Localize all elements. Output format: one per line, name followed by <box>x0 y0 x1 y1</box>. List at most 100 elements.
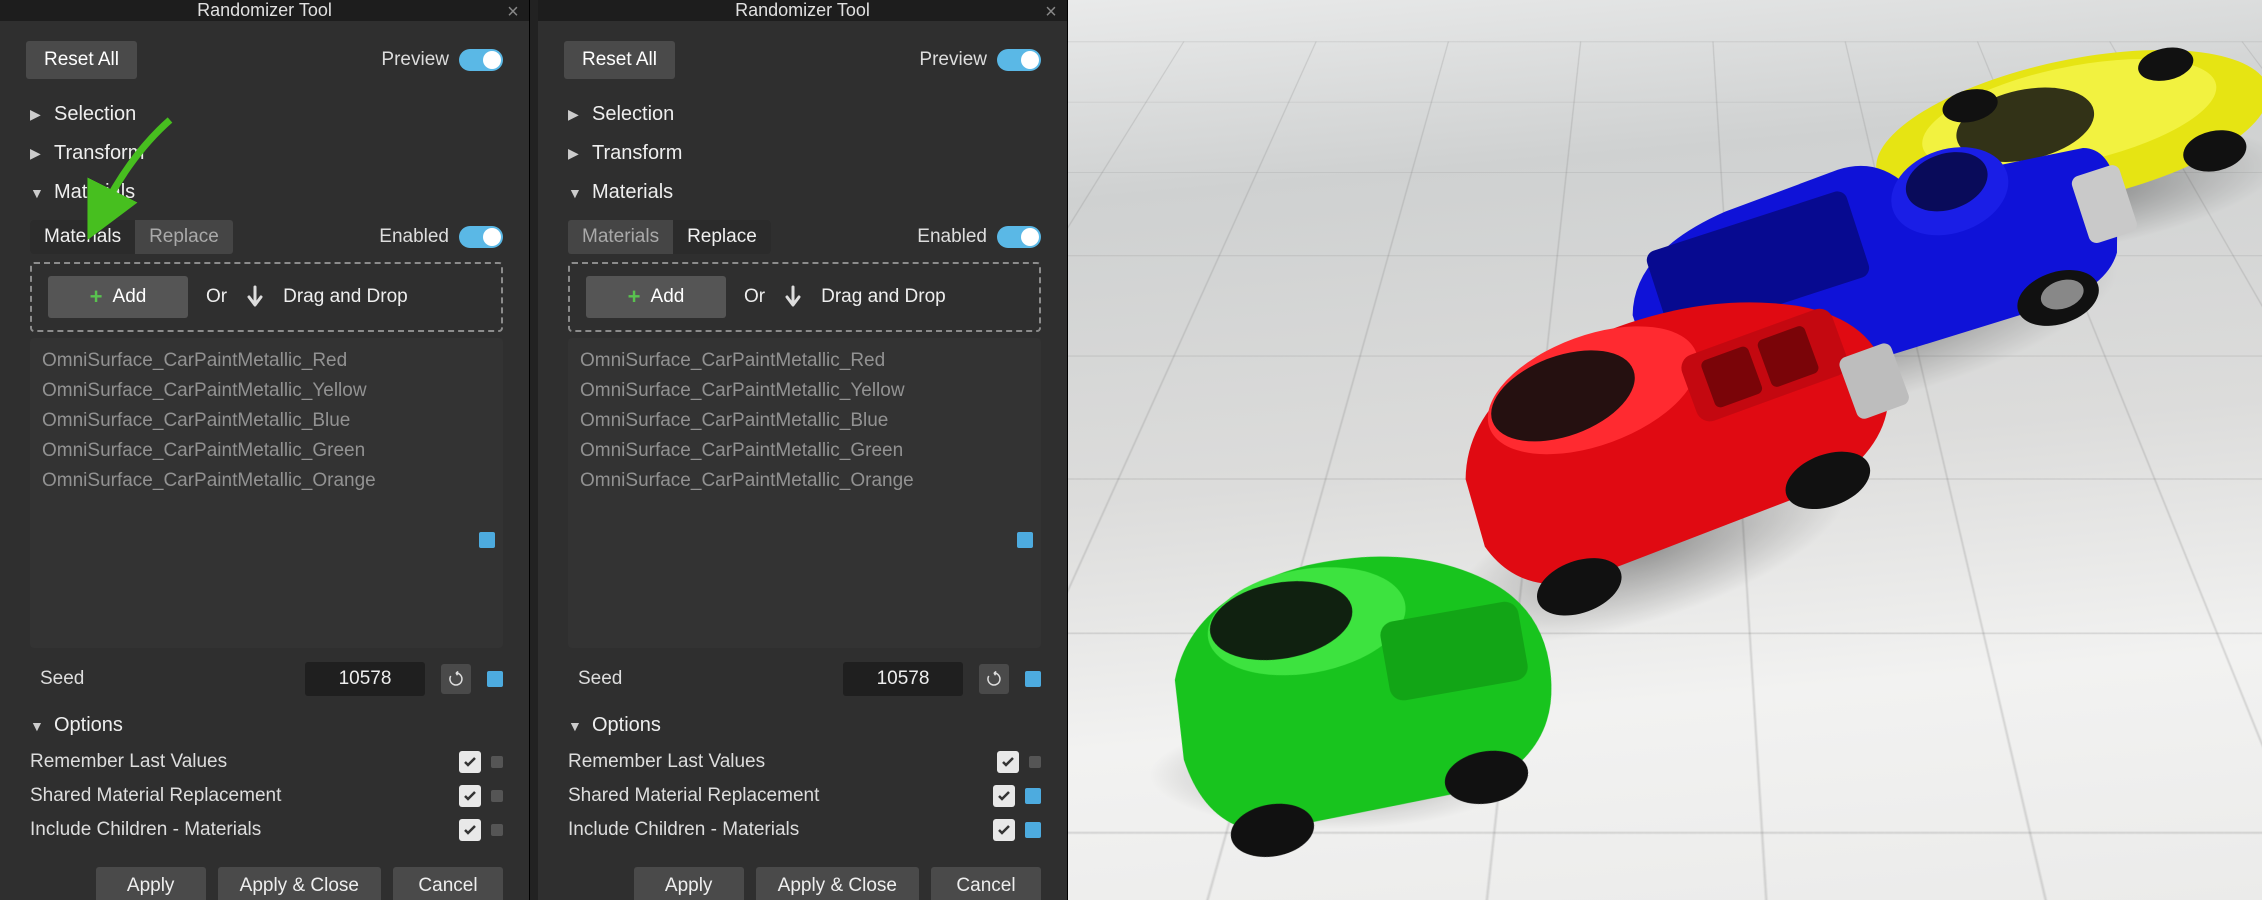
plus-icon: + <box>90 284 103 310</box>
materials-tab-group: Materials Replace <box>568 220 771 254</box>
enabled-toggle[interactable] <box>997 226 1041 248</box>
option-remember: Remember Last Values <box>568 745 1041 779</box>
reset-indicator-icon[interactable] <box>487 671 503 687</box>
checkbox-shared[interactable] <box>459 785 481 807</box>
list-item[interactable]: OmniSurface_CarPaintMetallic_Green <box>580 436 1029 466</box>
option-label: Remember Last Values <box>568 751 997 773</box>
add-button[interactable]: + Add <box>586 276 726 318</box>
material-dropzone[interactable]: + Add Or Drag and Drop <box>30 262 503 332</box>
tab-replace[interactable]: Replace <box>673 220 771 254</box>
chevron-down-icon <box>568 185 584 201</box>
apply-button[interactable]: Apply <box>634 867 744 900</box>
materials-section-body: Materials Replace Enabled + Add <box>564 212 1041 706</box>
preview-toggle[interactable] <box>997 49 1041 71</box>
list-item[interactable]: OmniSurface_CarPaintMetallic_Red <box>580 346 1029 376</box>
material-dropzone[interactable]: + Add Or Drag and Drop <box>568 262 1041 332</box>
panel-titlebar: Randomizer Tool × <box>0 0 529 21</box>
refresh-seed-button[interactable] <box>441 664 471 694</box>
checkbox-remember[interactable] <box>997 751 1019 773</box>
panel-left-wrap: ▼ Randomizer Tool × Reset All Preview Se… <box>0 0 530 900</box>
seed-label: Seed <box>40 668 289 690</box>
reset-indicator-icon[interactable] <box>1017 532 1033 548</box>
panel-right-wrap: Randomizer Tool × Reset All Preview Sele… <box>538 0 1068 900</box>
reset-indicator-icon[interactable] <box>1025 671 1041 687</box>
add-button[interactable]: + Add <box>48 276 188 318</box>
list-item[interactable]: OmniSurface_CarPaintMetallic_Orange <box>580 466 1029 496</box>
close-icon[interactable]: × <box>1041 2 1061 22</box>
cancel-button[interactable]: Cancel <box>931 867 1041 900</box>
materials-section-body: Materials Replace Enabled + Add <box>26 212 503 706</box>
list-item[interactable]: OmniSurface_CarPaintMetallic_Yellow <box>580 376 1029 406</box>
drag-text: Drag and Drop <box>821 286 946 308</box>
section-materials[interactable]: Materials <box>26 173 503 212</box>
list-item[interactable]: OmniSurface_CarPaintMetallic_Red <box>42 346 491 376</box>
section-label: Transform <box>592 142 682 165</box>
chevron-right-icon <box>30 106 46 123</box>
reset-all-button[interactable]: Reset All <box>564 41 675 79</box>
section-materials[interactable]: Materials <box>564 173 1041 212</box>
reset-indicator-icon[interactable] <box>479 532 495 548</box>
apply-button[interactable]: Apply <box>96 867 206 900</box>
tab-replace[interactable]: Replace <box>135 220 233 254</box>
car-sedan-green <box>1100 465 1597 900</box>
arrow-down-icon <box>783 285 803 309</box>
options-section-body: Remember Last Values Shared Material Rep… <box>26 745 503 847</box>
cancel-button[interactable]: Cancel <box>393 867 503 900</box>
refresh-icon <box>447 670 465 688</box>
checkbox-include[interactable] <box>459 819 481 841</box>
chevron-down-icon <box>568 718 584 734</box>
section-selection[interactable]: Selection <box>564 95 1041 134</box>
section-options[interactable]: Options <box>564 706 1041 745</box>
list-item[interactable]: OmniSurface_CarPaintMetallic_Orange <box>42 466 491 496</box>
close-icon[interactable]: × <box>503 2 523 22</box>
option-shared: Shared Material Replacement <box>568 779 1041 813</box>
section-selection[interactable]: Selection <box>26 95 503 134</box>
option-label: Shared Material Replacement <box>30 785 459 807</box>
apply-close-button[interactable]: Apply & Close <box>756 867 919 900</box>
enabled-label: Enabled <box>379 226 449 248</box>
add-label: Add <box>651 286 685 308</box>
seed-input[interactable] <box>843 662 963 696</box>
list-item[interactable]: OmniSurface_CarPaintMetallic_Blue <box>580 406 1029 436</box>
checkbox-shared[interactable] <box>993 785 1015 807</box>
list-item[interactable]: OmniSurface_CarPaintMetallic_Yellow <box>42 376 491 406</box>
list-item[interactable]: OmniSurface_CarPaintMetallic_Blue <box>42 406 491 436</box>
enabled-toggle[interactable] <box>459 226 503 248</box>
panel-titlebar: Randomizer Tool × <box>538 0 1067 21</box>
refresh-icon <box>985 670 1003 688</box>
reset-indicator-icon[interactable] <box>491 824 503 836</box>
chevron-down-icon <box>30 718 46 734</box>
reset-indicator-icon[interactable] <box>1025 822 1041 838</box>
option-include: Include Children - Materials <box>30 813 503 847</box>
list-item[interactable]: OmniSurface_CarPaintMetallic_Green <box>42 436 491 466</box>
reset-indicator-icon[interactable] <box>1029 756 1041 768</box>
panel-title: Randomizer Tool <box>735 0 870 21</box>
seed-row: Seed <box>30 648 503 706</box>
material-list: OmniSurface_CarPaintMetallic_Red OmniSur… <box>568 338 1041 648</box>
checkbox-remember[interactable] <box>459 751 481 773</box>
or-text: Or <box>206 286 227 308</box>
materials-tab-group: Materials Replace <box>30 220 233 254</box>
drag-text: Drag and Drop <box>283 286 408 308</box>
apply-close-button[interactable]: Apply & Close <box>218 867 381 900</box>
preview-toggle[interactable] <box>459 49 503 71</box>
section-label: Options <box>592 714 661 737</box>
option-label: Shared Material Replacement <box>568 785 993 807</box>
tab-materials[interactable]: Materials <box>568 220 673 254</box>
viewport-3d[interactable] <box>1068 0 2262 900</box>
add-label: Add <box>113 286 147 308</box>
tab-materials[interactable]: Materials <box>30 220 135 254</box>
refresh-seed-button[interactable] <box>979 664 1009 694</box>
section-options[interactable]: Options <box>26 706 503 745</box>
checkbox-include[interactable] <box>993 819 1015 841</box>
reset-indicator-icon[interactable] <box>1025 788 1041 804</box>
option-label: Remember Last Values <box>30 751 459 773</box>
section-transform[interactable]: Transform <box>564 134 1041 173</box>
reset-indicator-icon[interactable] <box>491 790 503 802</box>
section-label: Materials <box>54 181 135 204</box>
section-transform[interactable]: Transform <box>26 134 503 173</box>
reset-all-button[interactable]: Reset All <box>26 41 137 79</box>
reset-indicator-icon[interactable] <box>491 756 503 768</box>
panel-title: Randomizer Tool <box>197 0 332 21</box>
seed-input[interactable] <box>305 662 425 696</box>
